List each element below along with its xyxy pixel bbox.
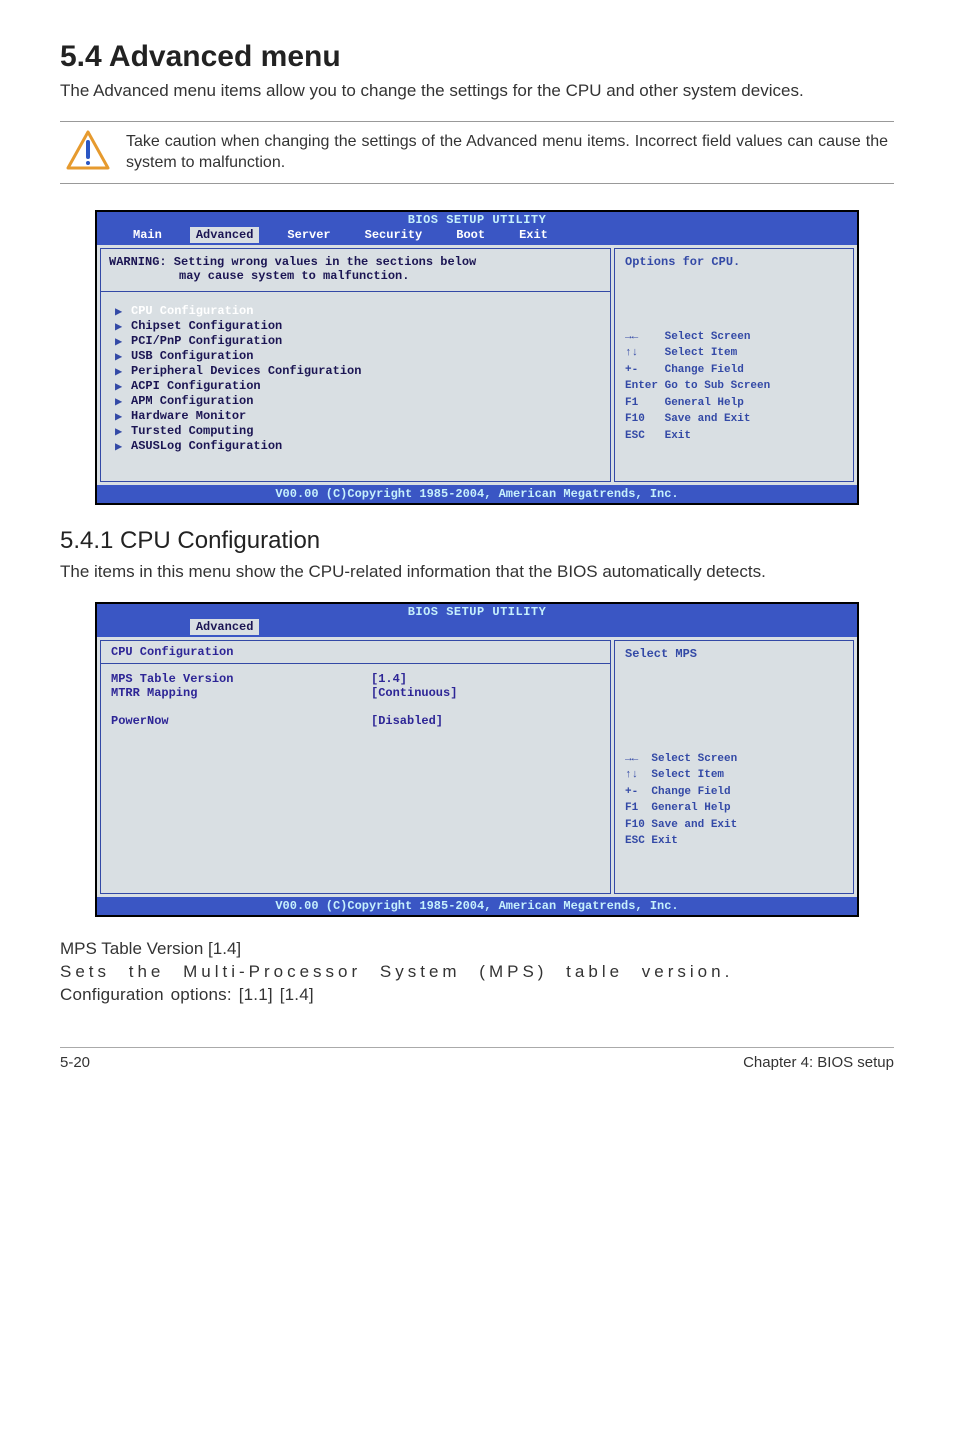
row-mps-table-version[interactable]: MPS Table Version [1.4] (111, 672, 600, 686)
bios2-footer: V00.00 (C)Copyright 1985-2004, American … (97, 897, 857, 915)
bios-title: BIOS SETUP UTILITY (97, 212, 857, 227)
bios2-help-title: Select MPS (625, 647, 845, 661)
warning-icon (66, 130, 110, 175)
row-spacer (111, 700, 600, 714)
bios-item-trusted-computing[interactable]: ▶Tursted Computing (115, 424, 602, 439)
chevron-right-icon: ▶ (115, 379, 125, 394)
help-select-item: ↑↓ Select Item (625, 345, 845, 362)
bios-help-pane: Options for CPU. →← Select Screen ↑↓ Sel… (614, 248, 854, 482)
bios2-help-keys: →← Select Screen ↑↓ Select Item +- Chang… (625, 751, 845, 850)
lbl-mtrr-mapping: MTRR Mapping (111, 686, 371, 700)
bios2-tab-bar: Main Advanced (97, 619, 857, 637)
help-sub-screen: Enter Go to Sub Screen (625, 378, 845, 395)
lbl-mps-table-version: MPS Table Version (111, 672, 371, 686)
help2-select-screen: →← Select Screen (625, 751, 845, 768)
val-mps-table-version: [1.4] (371, 672, 407, 686)
chevron-right-icon: ▶ (115, 439, 125, 454)
bios-warning-line2: may cause system to malfunction. (109, 269, 602, 283)
bios2-left-pane: CPU Configuration MPS Table Version [1.4… (100, 640, 611, 894)
mps-text-line2: Configuration options: [1.1] [1.4] (60, 984, 894, 1007)
help2-exit: ESC Exit (625, 833, 845, 850)
bios-warning-line1: WARNING: Setting wrong values in the sec… (109, 255, 602, 269)
chapter-label: Chapter 4: BIOS setup (743, 1054, 894, 1071)
intro-text: The Advanced menu items allow you to cha… (60, 80, 894, 103)
chevron-right-icon: ▶ (115, 409, 125, 424)
help2-change-field: +- Change Field (625, 784, 845, 801)
bios-item-hardware-monitor[interactable]: ▶Hardware Monitor (115, 409, 602, 424)
chevron-right-icon: ▶ (115, 334, 125, 349)
bios-item-pci-pnp-configuration[interactable]: ▶PCI/PnP Configuration (115, 334, 602, 349)
bios-item-chipset-configuration[interactable]: ▶Chipset Configuration (115, 319, 602, 334)
bios-help-keys: →← Select Screen ↑↓ Select Item +- Chang… (625, 329, 845, 445)
bios-tab-exit[interactable]: Exit (513, 227, 554, 243)
help2-general: F1 General Help (625, 800, 845, 817)
help-general: F1 General Help (625, 395, 845, 412)
val-mtrr-mapping: [Continuous] (371, 686, 457, 700)
cpu-config-heading: 5.4.1 CPU Configuration (60, 527, 894, 555)
chevron-right-icon: ▶ (115, 424, 125, 439)
page-heading: 5.4 Advanced menu (60, 40, 894, 74)
help2-save-exit: F10 Save and Exit (625, 817, 845, 834)
bios-advanced-menu: BIOS SETUP UTILITY Main Advanced Server … (95, 210, 859, 505)
chevron-right-icon: ▶ (115, 349, 125, 364)
bios2-section-header: CPU Configuration (101, 641, 610, 664)
bios-item-cpu-configuration[interactable]: ▶CPU Configuration (115, 304, 602, 319)
bios-tab-bar: Main Advanced Server Security Boot Exit (97, 227, 857, 245)
help-save-exit: F10 Save and Exit (625, 411, 845, 428)
bios-tab-security[interactable]: Security (359, 227, 429, 243)
callout-text: Take caution when changing the settings … (126, 131, 888, 174)
bios-tab-main[interactable]: Main (127, 227, 168, 243)
page-number: 5-20 (60, 1054, 90, 1071)
help-select-screen: →← Select Screen (625, 329, 845, 346)
bios-item-apm-configuration[interactable]: ▶APM Configuration (115, 394, 602, 409)
bios-help-title: Options for CPU. (625, 255, 845, 269)
bios-tab-boot[interactable]: Boot (450, 227, 491, 243)
chevron-right-icon: ▶ (115, 364, 125, 379)
mps-text-line1: Sets the Multi-Processor System (MPS) ta… (60, 961, 894, 984)
help2-select-item: ↑↓ Select Item (625, 767, 845, 784)
page-footer: 5-20 Chapter 4: BIOS setup (60, 1047, 894, 1071)
bios-cpu-config: BIOS SETUP UTILITY Main Advanced CPU Con… (95, 602, 859, 917)
bios-item-acpi-configuration[interactable]: ▶ACPI Configuration (115, 379, 602, 394)
cpu-config-intro: The items in this menu show the CPU-rela… (60, 561, 894, 584)
bios-tab-advanced[interactable]: Advanced (190, 227, 260, 243)
bios-left-pane: WARNING: Setting wrong values in the sec… (100, 248, 611, 482)
bios-footer: V00.00 (C)Copyright 1985-2004, American … (97, 485, 857, 503)
chevron-right-icon: ▶ (115, 394, 125, 409)
row-mtrr-mapping[interactable]: MTRR Mapping [Continuous] (111, 686, 600, 700)
chevron-right-icon: ▶ (115, 319, 125, 334)
bios-tab-server[interactable]: Server (281, 227, 336, 243)
bios-item-asuslog-configuration[interactable]: ▶ASUSLog Configuration (115, 439, 602, 454)
bios-item-peripheral-devices[interactable]: ▶Peripheral Devices Configuration (115, 364, 602, 379)
val-powernow: [Disabled] (371, 714, 443, 728)
mps-subheading: MPS Table Version [1.4] (60, 939, 894, 959)
bios-item-usb-configuration[interactable]: ▶USB Configuration (115, 349, 602, 364)
bios2-title: BIOS SETUP UTILITY (97, 604, 857, 619)
lbl-powernow: PowerNow (111, 714, 371, 728)
help-change-field: +- Change Field (625, 362, 845, 379)
help-exit: ESC Exit (625, 428, 845, 445)
bios2-help-pane: Select MPS →← Select Screen ↑↓ Select It… (614, 640, 854, 894)
warning-callout: Take caution when changing the settings … (60, 121, 894, 184)
bios-warning-text: WARNING: Setting wrong values in the sec… (101, 249, 610, 292)
chevron-right-icon: ▶ (115, 304, 125, 319)
row-powernow[interactable]: PowerNow [Disabled] (111, 714, 600, 728)
bios2-tab-advanced[interactable]: Advanced (190, 619, 260, 635)
